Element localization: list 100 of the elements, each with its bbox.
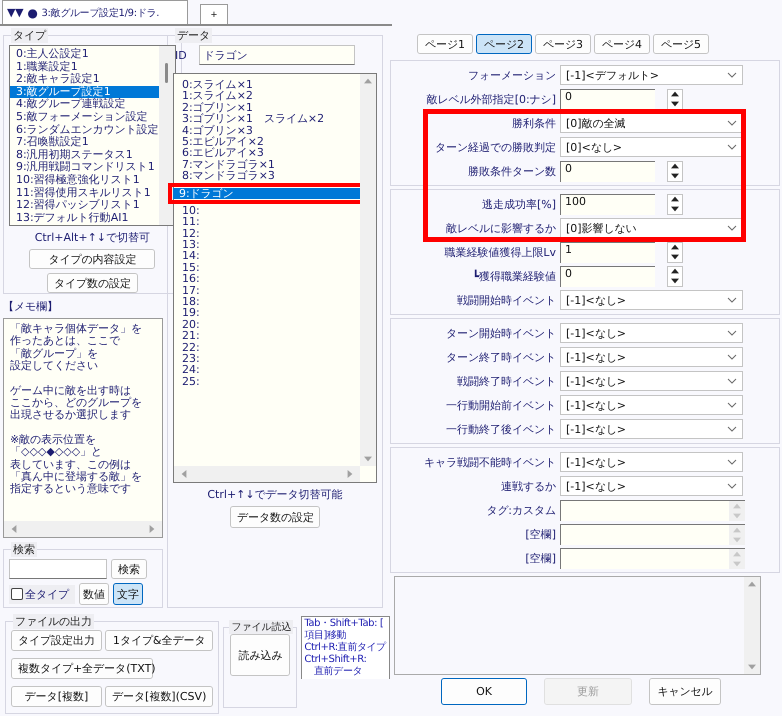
type-list-item[interactable]: 10:習得極意強化リスト1 [10,174,159,187]
data-list-item[interactable]: 10: [176,204,360,216]
data-list-item[interactable]: 19: [176,307,360,319]
data-list-item[interactable]: 0:スライム×1 [176,79,360,90]
data-list-item[interactable]: 1:スライム×2 [176,90,360,102]
down-arrow-icon[interactable] [671,276,679,285]
new-tab-button[interactable]: + [200,4,228,24]
spin-buttons[interactable] [667,242,683,262]
type-list-item[interactable]: 7:召喚獣設定1 [10,136,159,149]
data-list-item[interactable]: 3:ゴブリン×1 スライム×2 [176,113,360,125]
number-field[interactable]: 0 [560,88,655,110]
data-count-button[interactable]: データ数の設定 [230,506,320,528]
number-field[interactable]: 100 [560,194,655,214]
spin-buttons[interactable] [667,160,683,182]
name-field[interactable]: ドラゴン [198,45,355,65]
dropdown[interactable]: [-1]<なし> [560,419,743,439]
dropdown[interactable]: [0]敵の全滅 [560,113,743,133]
number-field[interactable]: 1 [560,242,655,262]
search-mode-toggle[interactable]: 文字 [113,583,143,605]
export-button[interactable]: 1タイプ&全データ [105,630,214,652]
all-types-checkbox[interactable]: 全タイプ [9,584,75,604]
type-list-item[interactable]: 11:習得使用スキルリスト1 [10,186,159,200]
down-arrow-icon[interactable] [671,204,679,213]
load-button[interactable]: 読み込み [230,634,290,676]
data-list-item[interactable]: 17: [176,284,360,296]
type-list-item[interactable]: 9:汎用戦闘コマンドリスト1 [10,161,159,174]
type-list-item[interactable]: 4:敵グループ連戦設定 [10,98,159,111]
data-list-item[interactable]: 21: [176,330,360,342]
page-tab[interactable]: ページ5 [653,34,709,54]
spin-buttons[interactable] [667,194,683,214]
type-content-button[interactable]: タイプの内容設定 [29,249,156,269]
type-list-item[interactable]: 12:習得パッシブリスト1 [10,199,159,212]
page-tab[interactable]: ページ2 [476,34,532,54]
export-button[interactable]: 複数タイプ+全データ(TXT) [11,658,153,679]
up-arrow-icon[interactable] [671,243,679,252]
down-arrow-icon[interactable] [671,252,679,261]
type-count-button[interactable]: タイプ数の設定 [46,273,138,293]
down-arrow-icon[interactable] [671,100,679,108]
dropdown[interactable]: [-1]<なし> [560,290,743,310]
data-list-item[interactable]: 13: [176,239,360,250]
data-list-item[interactable]: 7:マンドラゴラ×1 [176,158,360,170]
left-arrow-icon[interactable] [180,470,188,478]
number-field[interactable]: 0 [560,160,655,182]
data-list-item[interactable]: 14: [176,250,360,262]
data-list-item[interactable]: 4:ゴブリン×3 [176,124,360,136]
dropdown[interactable]: [-1]<なし> [560,347,743,367]
data-list-item[interactable]: 5:エビルアイ×2 [176,136,360,148]
page-tab[interactable]: ページ3 [535,34,591,54]
dropdown[interactable]: [-1]<なし> [560,476,743,496]
dropdown[interactable]: [-1]<なし> [560,395,743,415]
data-list-item[interactable]: 2:ゴブリン×1 [176,102,360,114]
data-list-item[interactable]: 16: [176,273,360,285]
dropdown[interactable]: [-1]<デフォルト> [560,65,743,85]
left-arrow-icon[interactable] [10,525,18,533]
page-tab[interactable]: ページ4 [594,34,650,54]
document-tab[interactable]: ▼▼ ● 3:敵グループ設定1/9:ドラ. [2,0,188,24]
down-arrow-icon[interactable] [671,172,679,180]
data-list-item[interactable]: 12: [176,228,360,240]
dropdown[interactable]: [-1]<なし> [560,371,743,391]
search-mode-toggle[interactable]: 数値 [79,583,109,605]
data-list-item[interactable]: 25: [176,376,360,388]
export-button[interactable]: タイプ設定出力 [11,630,102,652]
up-arrow-icon[interactable] [671,267,679,276]
up-arrow-icon[interactable] [671,90,679,98]
type-list-item[interactable]: 2:敵キャラ設定1 [10,73,159,86]
memo-area[interactable]: 「敵キャラ個体データ」を 作ったあとは、ここで 「敵グループ」を 設定してください ゲーム中に敵を出す時は ここから、どのグループを 出現させるか選択します ※敵の表示位置を 「◇◇◇◆◇◇◇」と 表しています、この例は 「真ん中に登場する敵」を 指定するという意味です [3,318,163,538]
data-list-item[interactable]: 22: [176,342,360,353]
data-list-item[interactable]: 11: [176,216,360,228]
right-arrow-icon[interactable] [346,470,354,478]
scroll-thumb[interactable] [165,63,168,83]
export-button[interactable]: データ[複数](CSV) [105,686,214,707]
type-list-item[interactable]: 8:汎用初期ステータス1 [10,148,159,162]
data-list-item[interactable]: 9:ドラゴン [173,188,363,199]
data-list-item[interactable]: 20: [176,318,360,330]
type-list-item[interactable]: 0:主人公設定1 [10,48,159,61]
page-tab[interactable]: ページ1 [417,34,473,54]
type-list-item[interactable]: 3:敵グループ設定1 [10,86,159,98]
search-field[interactable] [9,559,107,579]
dropdown[interactable]: [0]影響しない [560,218,743,238]
type-list-item[interactable]: 13:デフォルト行動AI1 [10,212,159,224]
dialog-button[interactable]: OK [441,678,527,705]
spin-buttons[interactable] [667,88,683,110]
dropdown[interactable]: [-1]<なし> [560,323,743,343]
number-field[interactable]: 0 [560,266,655,286]
data-list-item[interactable]: 6:エビルアイ×3 [176,147,360,159]
data-list-item[interactable]: 18: [176,296,360,308]
export-button[interactable]: データ[複数] [11,686,102,707]
search-button[interactable]: 検索 [111,559,147,579]
right-arrow-icon[interactable] [148,525,156,533]
type-list-item[interactable]: 6:ランダムエンカウント設定 [10,124,159,136]
type-list-item[interactable]: 1:職業設定1 [10,60,159,74]
data-list-item[interactable]: 24: [176,364,360,376]
dialog-button[interactable]: キャンセル [649,678,721,705]
up-arrow-icon[interactable] [671,195,679,204]
data-list-item[interactable]: 23: [176,352,360,364]
type-list-item[interactable]: 5:敵フォーメーション設定 [10,110,159,124]
up-arrow-icon[interactable] [671,162,679,170]
data-list-item[interactable]: 8:マンドラゴラ×3 [176,170,360,182]
spin-buttons[interactable] [667,266,683,286]
data-list-item[interactable]: 15: [176,262,360,274]
